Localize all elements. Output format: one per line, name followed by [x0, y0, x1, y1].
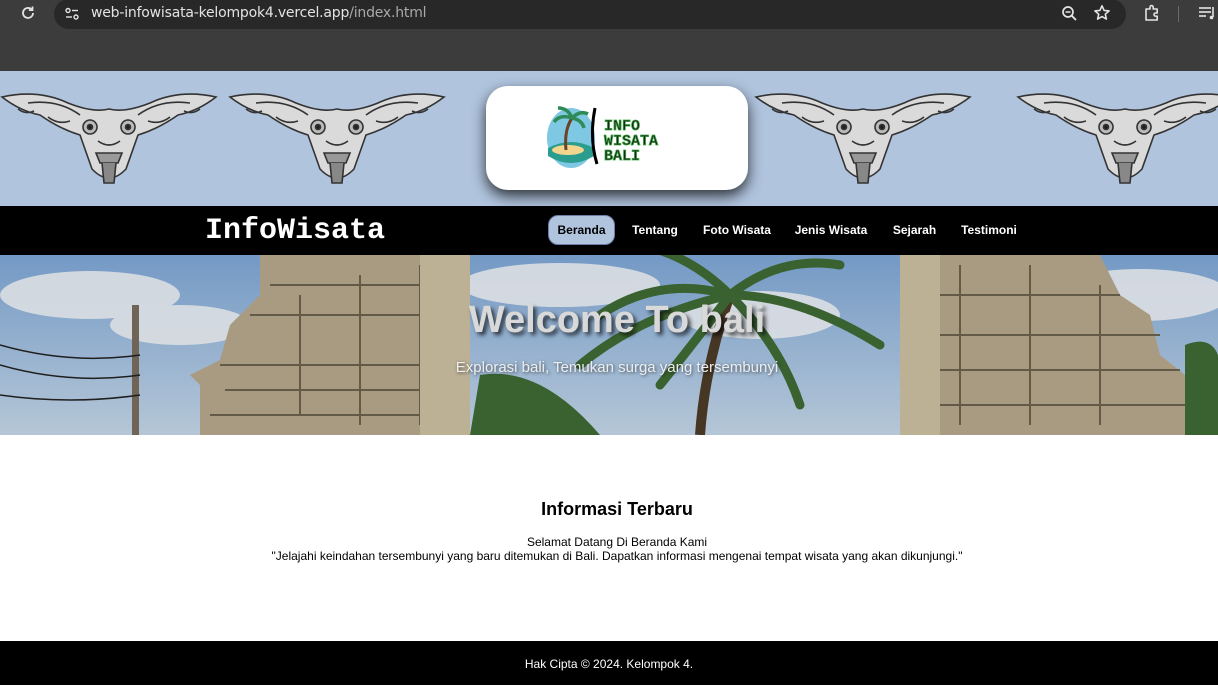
- site-settings-icon[interactable]: [64, 6, 80, 27]
- url-path: /index.html: [349, 5, 427, 21]
- nav-testimoni[interactable]: Testimoni: [954, 215, 1024, 245]
- hero-subtitle: Explorasi bali, Temukan surga yang terse…: [455, 359, 779, 376]
- barong-mask-ornament: [754, 93, 972, 184]
- bali-temple-gate-image: [0, 255, 1218, 435]
- bookmark-star-icon[interactable]: [1093, 4, 1111, 27]
- nav-sejarah[interactable]: Sejarah: [886, 215, 943, 245]
- barong-mask-ornament: [1016, 93, 1218, 184]
- nav-jenis-wisata[interactable]: Jenis Wisata: [789, 215, 873, 245]
- browser-chrome: web-infowisata-kelompok4.vercel.app/inde…: [0, 0, 1218, 71]
- zoom-icon[interactable]: [1061, 5, 1078, 27]
- barong-mask-ornament: [228, 93, 446, 184]
- page-footer: Hak Cipta © 2024. Kelompok 4.: [0, 641, 1218, 685]
- footer-copyright: Hak Cipta © 2024. Kelompok 4.: [524, 657, 694, 671]
- logo-text-line: BALI: [604, 148, 640, 165]
- url-host: web-infowisata-kelompok4.vercel.app: [91, 5, 350, 21]
- nav-beranda[interactable]: Beranda: [548, 215, 615, 245]
- web-page: INFO WISATA BALI InfoWisata Beranda Tent…: [0, 71, 1218, 685]
- nav-tentang[interactable]: Tentang: [625, 215, 685, 245]
- info-welcome-text: Selamat Datang Di Beranda Kami: [526, 535, 708, 549]
- address-bar[interactable]: web-infowisata-kelompok4.vercel.app/inde…: [54, 0, 1126, 29]
- nav-foto-wisata[interactable]: Foto Wisata: [697, 215, 777, 245]
- info-description-text: "Jelajahi keindahan tersembunyi yang bar…: [271, 549, 963, 563]
- brand-title[interactable]: InfoWisata: [205, 214, 385, 248]
- hero-title: Welcome To bali: [468, 299, 766, 341]
- info-section: Informasi Terbaru Selamat Datang Di Bera…: [0, 435, 1218, 641]
- toolbar-divider: [1178, 6, 1179, 22]
- url-text[interactable]: web-infowisata-kelompok4.vercel.app/inde…: [91, 5, 427, 21]
- info-heading: Informasi Terbaru: [541, 499, 693, 519]
- extensions-icon[interactable]: [1143, 4, 1161, 27]
- reload-icon[interactable]: [20, 5, 36, 24]
- reading-list-icon[interactable]: [1198, 4, 1216, 27]
- info-wisata-bali-logo: INFO WISATA BALI: [547, 106, 658, 168]
- browser-toolbar: web-infowisata-kelompok4.vercel.app/inde…: [0, 0, 1218, 29]
- barong-mask-ornament: [0, 93, 218, 184]
- hero-section: Welcome To bali Explorasi bali, Temukan …: [0, 255, 1218, 435]
- logo-card[interactable]: INFO WISATA BALI: [486, 86, 748, 190]
- main-navbar: InfoWisata Beranda Tentang Foto Wisata J…: [0, 206, 1218, 255]
- header-banner: INFO WISATA BALI: [0, 71, 1218, 206]
